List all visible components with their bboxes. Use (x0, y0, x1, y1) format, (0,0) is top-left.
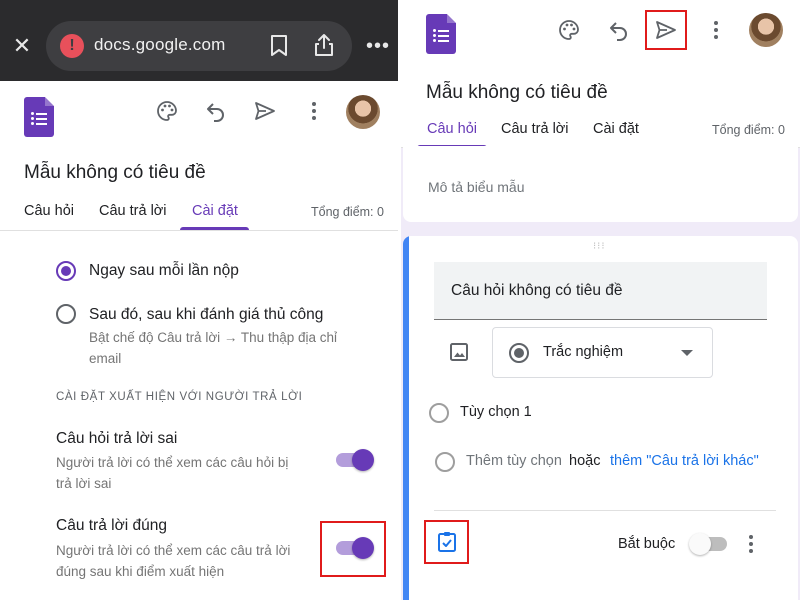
chevron-down-icon (681, 350, 693, 356)
question-title-field[interactable]: Câu hỏi không có tiêu đề (434, 262, 767, 320)
palette-icon-right[interactable] (557, 18, 581, 42)
browser-toolbar: ✕ ! docs.google.com ••• (0, 0, 398, 81)
close-icon[interactable]: ✕ (12, 35, 32, 57)
add-option-radio (435, 452, 455, 472)
release-later-label: Sau đó, sau khi đánh giá thủ công (89, 306, 324, 323)
correct-answers-desc-line2: đúng sau khi điểm xuất hiện (56, 564, 225, 579)
palette-icon[interactable] (155, 99, 179, 123)
highlight-send-button (645, 10, 687, 50)
active-question-bar (403, 236, 409, 600)
release-immediately-radio[interactable] (56, 261, 76, 281)
release-later-hint-line2: email (89, 351, 122, 366)
url-text: docs.google.com (94, 35, 226, 54)
option-1-label[interactable]: Tùy chọn 1 (460, 404, 532, 420)
tab-settings-right[interactable]: Cài đặt (593, 121, 639, 137)
avatar-right[interactable] (749, 13, 783, 47)
undo-icon-right[interactable] (607, 18, 631, 42)
question-title[interactable]: Câu hỏi không có tiêu đề (451, 282, 622, 300)
highlight-answer-key (424, 520, 469, 564)
google-forms-logo[interactable] (24, 97, 54, 137)
total-points-right: Tổng điểm: 0 (712, 123, 785, 137)
missed-questions-title: Câu hỏi trả lời sai (56, 430, 178, 447)
release-immediately-label: Ngay sau mỗi lần nộp (89, 262, 239, 279)
more-vertical-icon-question[interactable] (749, 535, 753, 553)
address-bar[interactable]: ! docs.google.com (46, 21, 352, 71)
option-1-radio (429, 403, 449, 423)
send-icon[interactable] (253, 99, 277, 123)
google-forms-logo-right[interactable] (426, 14, 456, 54)
missed-questions-desc-line2: trả lời sai (56, 476, 112, 491)
card-footer-divider (434, 510, 776, 511)
highlight-correct-answers-toggle (320, 521, 386, 577)
more-horizontal-icon[interactable]: ••• (366, 36, 390, 56)
correct-answers-title: Câu trả lời đúng (56, 517, 167, 534)
or-text: hoặc (569, 453, 601, 469)
avatar[interactable] (346, 95, 380, 129)
required-label: Bắt buộc (618, 536, 676, 552)
share-icon[interactable] (313, 33, 335, 57)
form-description-placeholder[interactable]: Mô tả biểu mẫu (428, 179, 525, 195)
correct-answers-desc-line1: Người trả lời có thể xem các câu trả lời (56, 543, 291, 558)
tab-responses[interactable]: Câu trả lời (99, 203, 167, 219)
more-vertical-icon[interactable] (312, 102, 316, 120)
question-type-label: Trắc nghiệm (543, 344, 624, 360)
more-vertical-icon-right[interactable] (714, 21, 718, 39)
left-panel: ✕ ! docs.google.com ••• Mẫu không có tiê… (0, 0, 398, 600)
form-title-right: Mẫu không có tiêu đề (426, 82, 608, 103)
add-other-link[interactable]: thêm "Câu trả lời khác" (610, 453, 759, 469)
right-panel: Mẫu không có tiêu đề Câu hỏi Câu trả lời… (401, 0, 800, 600)
tab-questions-right[interactable]: Câu hỏi (427, 121, 477, 137)
add-option-link[interactable]: Thêm tùy chọn (466, 453, 562, 469)
undo-icon[interactable] (204, 99, 228, 123)
release-later-radio[interactable] (56, 304, 76, 324)
tab-questions[interactable]: Câu hỏi (24, 203, 74, 219)
tab-settings[interactable]: Cài đặt (192, 203, 238, 219)
warning-icon[interactable]: ! (60, 34, 84, 58)
total-points: Tổng điểm: 0 (311, 205, 384, 219)
form-header-right: Mẫu không có tiêu đề Câu hỏi Câu trả lời… (401, 0, 800, 148)
bookmark-icon[interactable] (270, 35, 288, 57)
multiple-choice-icon (509, 343, 529, 363)
missed-questions-desc-line1: Người trả lời có thể xem các câu hỏi bị (56, 455, 289, 470)
form-title: Mẫu không có tiêu đề (24, 162, 206, 183)
drag-handle-icon[interactable]: ⁝⁝⁝ (593, 242, 606, 252)
question-card[interactable]: ⁝⁝⁝ Câu hỏi không có tiêu đề Trắc nghiệm… (403, 236, 798, 600)
question-type-dropdown[interactable]: Trắc nghiệm (492, 327, 713, 378)
add-image-icon[interactable] (450, 343, 468, 361)
respondent-settings-heading: CÀI ĐẶT XUẤT HIỆN VỚI NGƯỜI TRẢ LỜI (56, 391, 303, 403)
missed-questions-toggle[interactable] (334, 449, 374, 471)
required-toggle[interactable] (689, 533, 729, 555)
form-header: Mẫu không có tiêu đề Câu hỏi Câu trả lời… (0, 81, 398, 231)
form-description-card[interactable]: Mô tả biểu mẫu (403, 146, 798, 222)
tab-responses-right[interactable]: Câu trả lời (501, 121, 569, 137)
active-tab-indicator (180, 227, 249, 230)
release-later-hint-line1: Bật chế độ Câu trả lời → Thu thập địa ch… (89, 330, 337, 345)
